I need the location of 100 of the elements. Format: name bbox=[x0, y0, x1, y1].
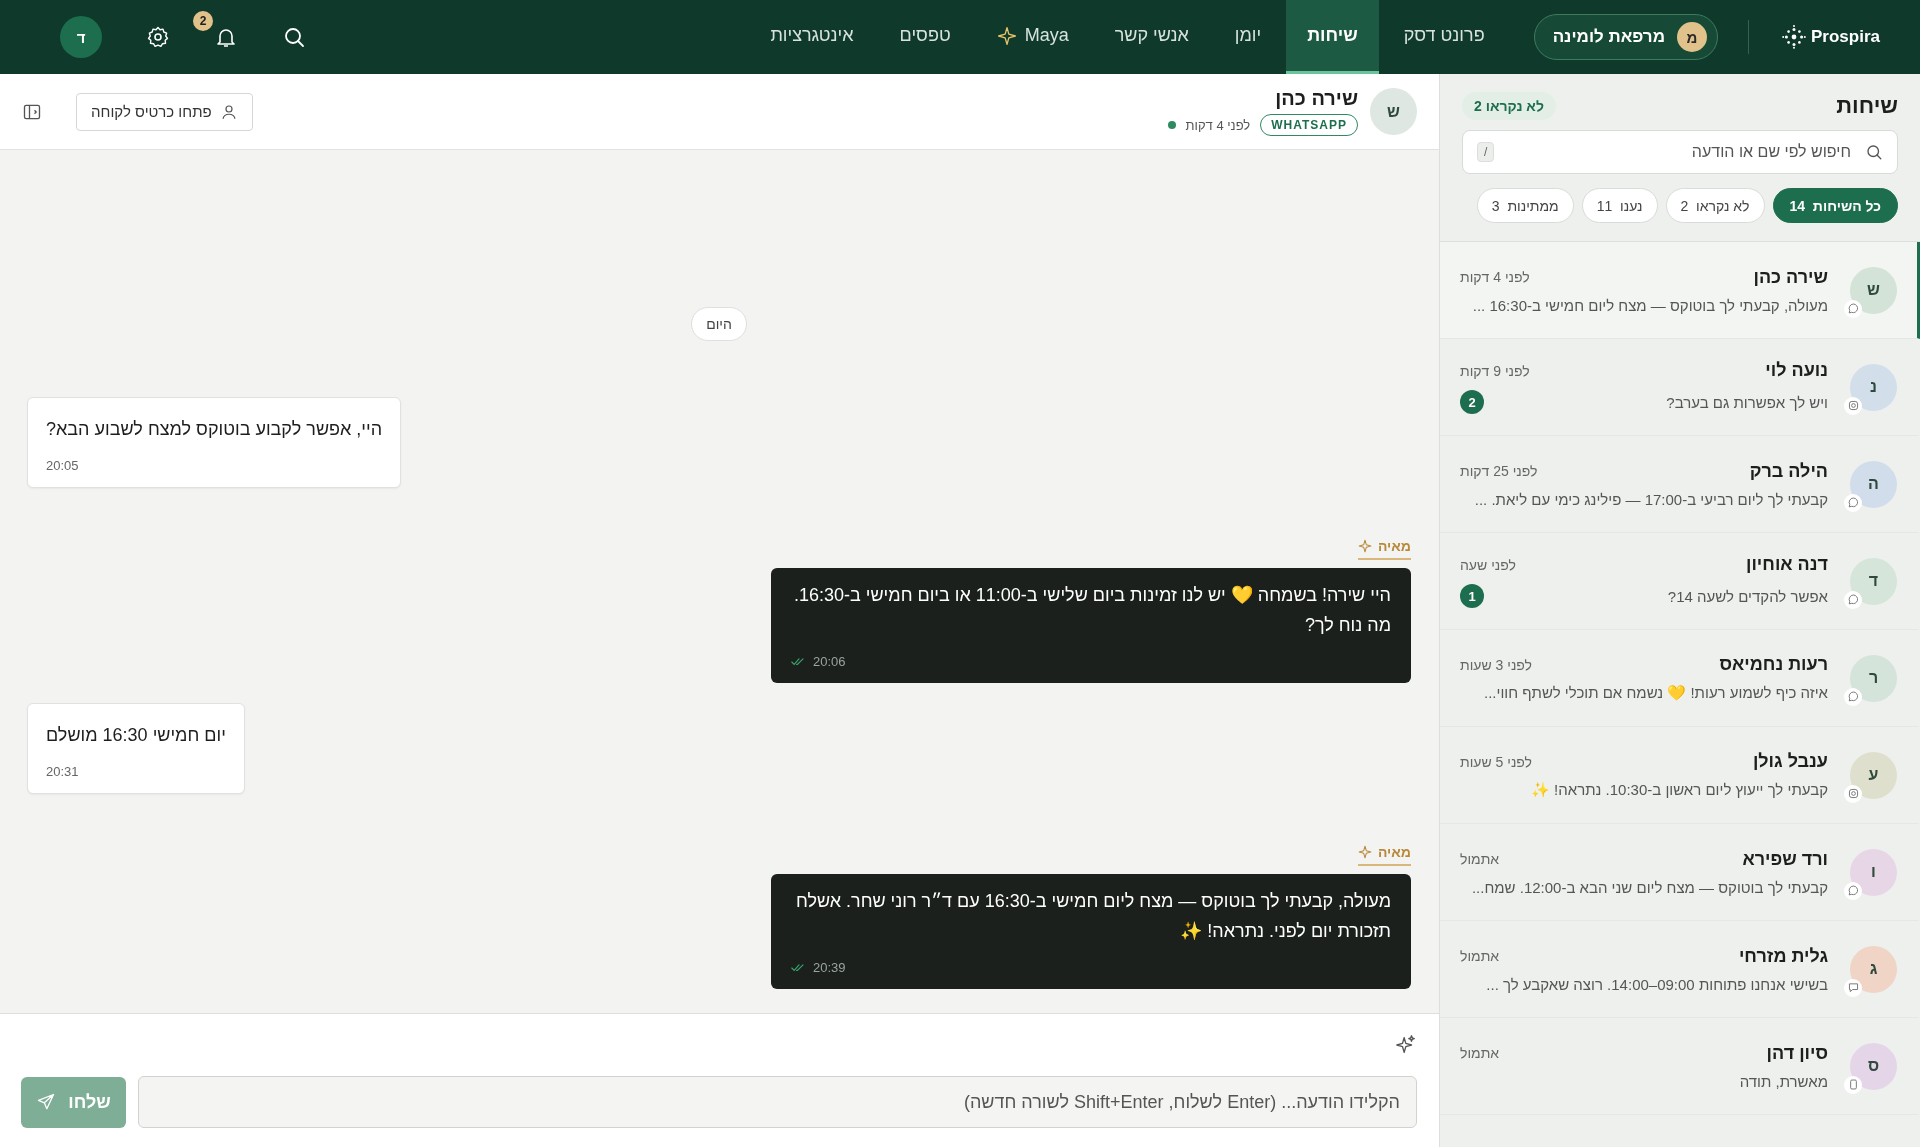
nav-tab[interactable]: Maya bbox=[975, 0, 1090, 74]
search-icon bbox=[1865, 143, 1883, 161]
conversation-time: אתמול bbox=[1460, 948, 1500, 964]
nav-tab[interactable]: יומן bbox=[1213, 0, 1283, 74]
message-text: היי, אפשר לקבוע בוטוקס למצח לשבוע הבא? bbox=[46, 418, 383, 441]
nav-tab[interactable]: אנשי קשר bbox=[1093, 0, 1210, 74]
contact-name: דנה אוחיון bbox=[1746, 554, 1828, 575]
message-preview: מעולה, קבעתי לך בוטוקס — מצח ליום חמישי ב-16:30 ... bbox=[1472, 296, 1828, 314]
message-preview: קבעתי לך ייעוץ ליום ראשון ב-10:30. נתראה! ✨ bbox=[1530, 781, 1828, 799]
search-icon[interactable] bbox=[282, 25, 306, 49]
sparkle-icon bbox=[1357, 845, 1372, 859]
message-time: 20:05 bbox=[46, 458, 79, 473]
contact-avatar: ר bbox=[1850, 654, 1897, 702]
unread-count: 1 bbox=[1460, 584, 1484, 608]
nav-tab[interactable]: טפסים bbox=[878, 0, 972, 74]
channel-badge bbox=[1844, 590, 1862, 609]
conversation-time: אתמול bbox=[1460, 1045, 1500, 1061]
message-preview: מאשרת, תודה bbox=[1739, 1072, 1828, 1090]
conversation-item[interactable]: ס סיון דהן אתמול מאשרת, תודה bbox=[1440, 1018, 1920, 1115]
message-text: מעולה, קבעתי לך בוטוקס — מצח ליום חמישי ב-16:30 עם ד״ר רוני שחר. אשלח תזכורת יום לפני. נתראה! ✨ bbox=[794, 890, 1391, 943]
conversation-time: לפני 9 דקות bbox=[1460, 362, 1530, 379]
contact-avatar: ס bbox=[1850, 1042, 1897, 1090]
brand-logo[interactable]: Prospira bbox=[1781, 24, 1880, 50]
message-preview: איזה כיף לשמוע רעות! 💛 נשמח אם תוכלי לשתף חווי... bbox=[1484, 684, 1828, 702]
channel-badge bbox=[1844, 1075, 1862, 1094]
conversation-item[interactable]: ע ענבל גולן לפני 5 שעות קבעתי לך ייעוץ ליום ראשון ב-10:30. נתראה! ✨ bbox=[1440, 727, 1920, 824]
contact-name: ענבל גולן bbox=[1752, 751, 1828, 772]
person-icon bbox=[219, 102, 238, 121]
contact-name: רעות נחמיאס bbox=[1719, 654, 1828, 675]
conversation-time: לפני 4 דקות bbox=[1460, 269, 1530, 285]
message-preview: קבעתי לך ליום רביעי ב-17:00 — פילינג כימי עם ליאת. ... bbox=[1474, 490, 1828, 508]
contact-name: גלית מזרחי bbox=[1738, 945, 1828, 967]
conversation-time: לפני 3 שעות bbox=[1460, 656, 1533, 673]
contact-name: נועה לוי bbox=[1765, 360, 1828, 381]
filter-chip[interactable]: ממתינות 3 bbox=[1476, 188, 1574, 223]
notification-badge: 2 bbox=[193, 11, 213, 31]
conversation-item[interactable]: ר רעות נחמיאס לפני 3 שעות איזה כיף לשמוע רעות! 💛 נשמח אם תוכלי לשתף חווי... bbox=[1440, 630, 1920, 727]
nav-tab[interactable]: פרונט דסק bbox=[1382, 0, 1506, 74]
clinic-name: מרפאת לומינה bbox=[1552, 27, 1665, 47]
last-seen: לפני 4 דקות bbox=[1185, 117, 1251, 133]
message-text: יום חמישי 16:30 מושלם bbox=[46, 724, 226, 747]
shortcut-key: / bbox=[1477, 142, 1495, 162]
sparkle-icon[interactable] bbox=[1395, 1034, 1417, 1056]
contact-avatar: ו bbox=[1850, 848, 1897, 896]
channel-badge bbox=[1844, 978, 1862, 997]
message-time: 20:06 bbox=[813, 654, 846, 669]
filter-chip[interactable]: כל השיחות 14 bbox=[1772, 188, 1898, 223]
conversation-item[interactable]: ג גלית מזרחי אתמול בשישי אנחנו פתוחות 09:00–14:00. רוצה שאקבע לך ... bbox=[1440, 921, 1920, 1018]
contact-avatar: ש bbox=[1850, 266, 1897, 314]
author-label: מאיה bbox=[1357, 538, 1411, 560]
contact-avatar: ע bbox=[1850, 751, 1897, 799]
sparkle-icon bbox=[1357, 539, 1372, 553]
conversation-time: לפני 5 שעות bbox=[1460, 753, 1533, 770]
message-preview: קבעתי לך בוטוקס — מצח ליום שני הבא ב-12:00. שמח... bbox=[1471, 878, 1828, 896]
contact-name: ורד שפירא bbox=[1742, 848, 1828, 870]
channel-badge bbox=[1844, 687, 1862, 706]
settings-icon[interactable] bbox=[146, 25, 170, 49]
conversation-item[interactable]: ש שירה כהן לפני 4 דקות מעולה, קבעתי לך בוטוקס — מצח ליום חמישי ב-16:30 ... bbox=[1440, 242, 1920, 339]
contact-avatar: ג bbox=[1850, 945, 1897, 993]
date-divider: היום bbox=[691, 307, 747, 341]
clinic-switcher[interactable]: מ מרפאת לומינה bbox=[1533, 14, 1718, 60]
search-field[interactable]: חיפוש לפי שם או הודעה / bbox=[1462, 130, 1898, 174]
message-input[interactable]: הקלידו הודעה... (Enter לשלוח, Shift+Enter לשורה חדשה) bbox=[138, 1076, 1417, 1128]
author-label: מאיה bbox=[1357, 844, 1411, 866]
unread-badge: לא נקראו 2 bbox=[1462, 92, 1556, 120]
contact-avatar: ש bbox=[1370, 88, 1417, 135]
sparkle-icon bbox=[996, 25, 1017, 46]
contact-name: סיון דהן bbox=[1766, 1042, 1828, 1064]
contact-name: הילה ברק bbox=[1749, 460, 1828, 482]
nav-tab[interactable]: אינטגרציות bbox=[749, 0, 875, 74]
conversation-time: לפני 25 דקות bbox=[1460, 463, 1538, 479]
open-card-button[interactable]: פתחו כרטיס לקוחה bbox=[76, 92, 253, 131]
channel-badge bbox=[1844, 784, 1862, 803]
channel-badge bbox=[1844, 493, 1862, 512]
user-avatar[interactable]: ד bbox=[60, 16, 102, 58]
message-preview: אפשר להקדים לשעה 14? bbox=[1667, 587, 1828, 605]
contact-name: שירה כהן bbox=[1274, 87, 1358, 110]
conversation-item[interactable]: ה הילה ברק לפני 25 דקות קבעתי לך ליום רביעי ב-17:00 — פילינג כימי עם ליאת. ... bbox=[1440, 436, 1920, 533]
send-icon bbox=[36, 1092, 57, 1112]
conversation-item[interactable]: ו ורד שפירא אתמול קבעתי לך בוטוקס — מצח ליום שני הבא ב-12:00. שמח... bbox=[1440, 824, 1920, 921]
message-time: 20:39 bbox=[813, 960, 846, 975]
search-input[interactable]: חיפוש לפי שם או הודעה bbox=[1506, 142, 1853, 162]
clinic-avatar: מ bbox=[1677, 22, 1707, 52]
message-time: 20:31 bbox=[46, 764, 79, 779]
contact-avatar: נ bbox=[1850, 363, 1897, 411]
sidebar-title: שיחות bbox=[1836, 93, 1898, 119]
channel-badge bbox=[1844, 396, 1862, 415]
contact-avatar: ה bbox=[1850, 460, 1897, 508]
unread-count: 2 bbox=[1460, 390, 1484, 414]
nav-tab[interactable]: שיחות bbox=[1286, 0, 1379, 74]
channel-badge bbox=[1844, 299, 1862, 318]
filter-chip[interactable]: נענו 11 bbox=[1581, 188, 1658, 223]
conversation-time: לפני שעה bbox=[1460, 556, 1516, 573]
message-text: היי שירה! בשמחה 💛 יש לנו זמינות ביום שלישי ב-11:00 או ביום חמישי ב-16:30. מה נוח לך? bbox=[792, 584, 1391, 637]
conversation-time: אתמול bbox=[1460, 851, 1500, 867]
message-preview: ויש לך אפשרות גם בערב? bbox=[1666, 393, 1828, 411]
channel-badge bbox=[1844, 881, 1862, 900]
message-preview: בשישי אנחנו פתוחות 09:00–14:00. רוצה שאקבע לך ... bbox=[1486, 975, 1828, 993]
filter-chip[interactable]: לא נקראו 2 bbox=[1665, 188, 1765, 223]
logo-icon bbox=[1781, 24, 1807, 50]
